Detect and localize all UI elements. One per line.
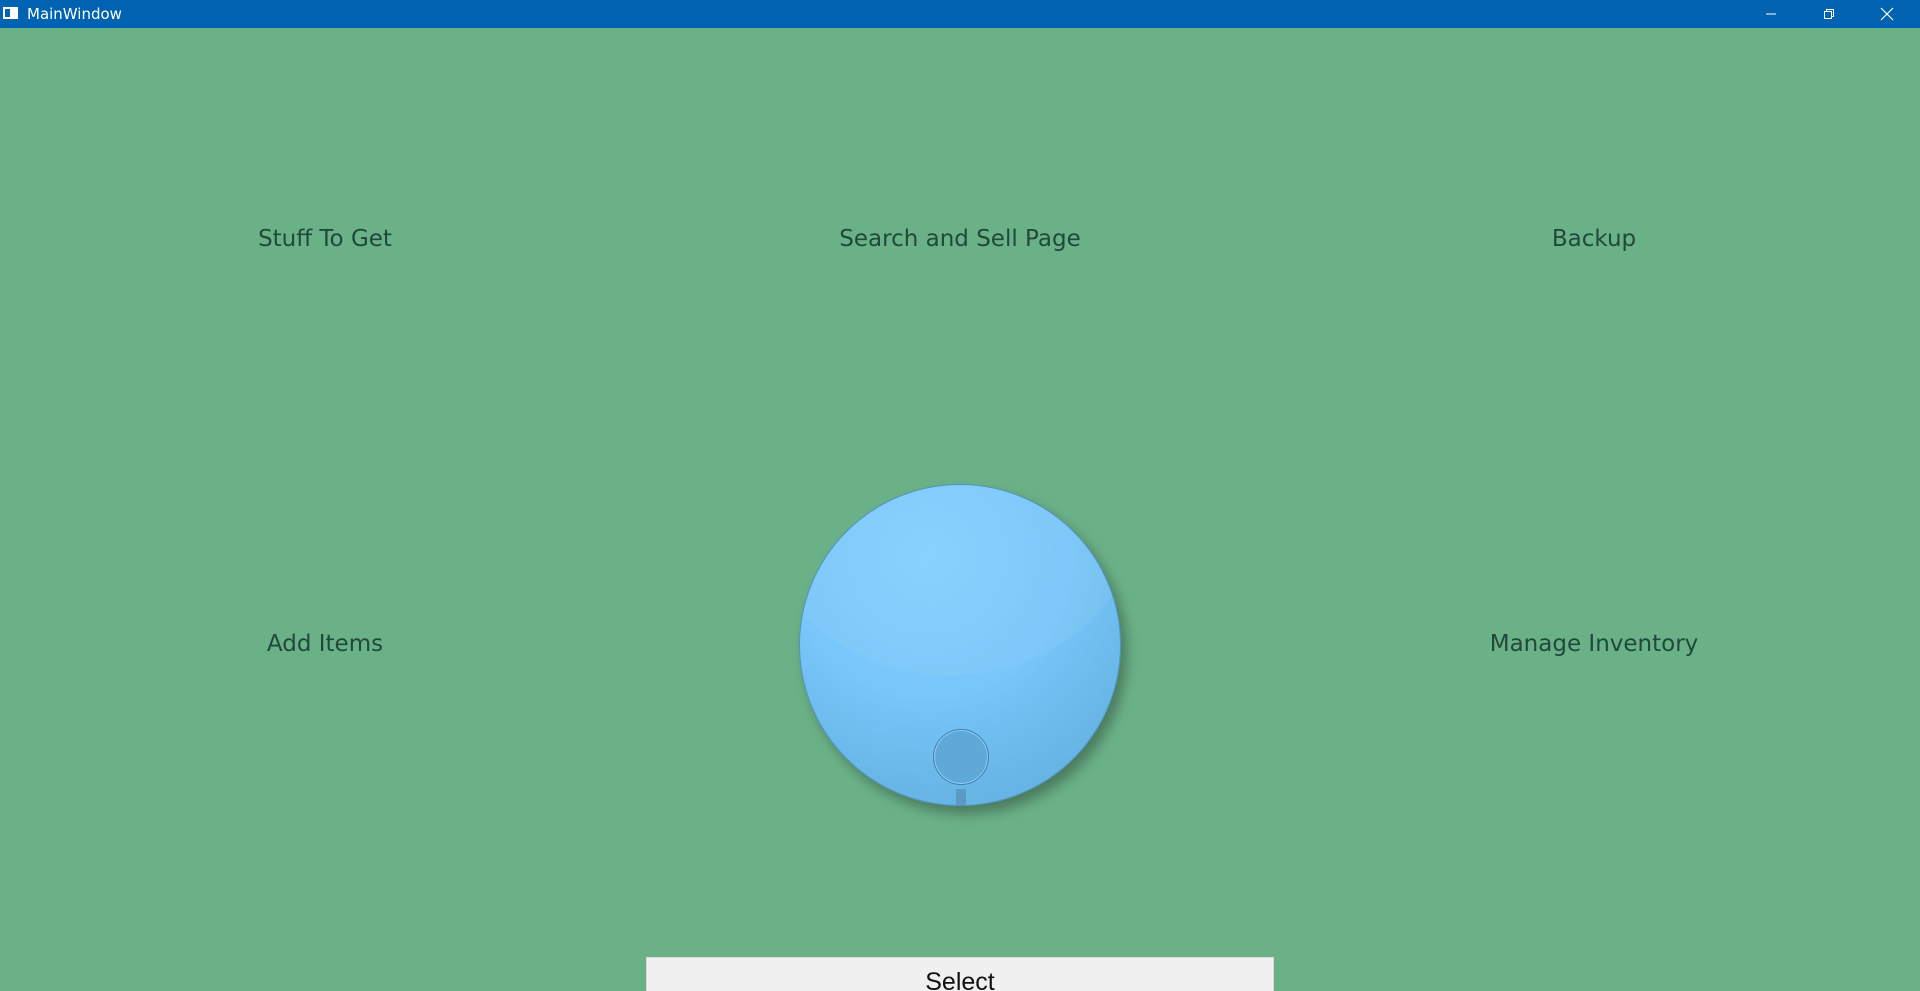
- selection-dial[interactable]: [799, 484, 1121, 806]
- menu-option-search-and-sell[interactable]: Search and Sell Page: [839, 226, 1080, 252]
- main-window: MainWindow Stuff To Get Search and Sell …: [0, 0, 1920, 991]
- menu-option-backup[interactable]: Backup: [1552, 226, 1636, 252]
- menu-option-stuff-to-get[interactable]: Stuff To Get: [258, 226, 392, 252]
- close-icon: [1880, 7, 1894, 21]
- dial-knob[interactable]: [933, 729, 989, 785]
- restore-button[interactable]: [1800, 0, 1858, 28]
- restore-icon: [1824, 9, 1834, 19]
- title-bar[interactable]: MainWindow: [0, 0, 1920, 28]
- menu-option-add-items[interactable]: Add Items: [267, 631, 383, 657]
- dial-sheen: [800, 485, 1120, 675]
- window-title: MainWindow: [27, 5, 122, 23]
- dial-pointer: [956, 789, 966, 805]
- app-window-icon: [3, 7, 18, 19]
- select-button[interactable]: Select: [646, 957, 1274, 991]
- close-button[interactable]: [1858, 0, 1916, 28]
- menu-option-manage-inventory[interactable]: Manage Inventory: [1490, 631, 1699, 657]
- minimize-button[interactable]: [1742, 0, 1800, 28]
- minimize-icon: [1766, 13, 1776, 15]
